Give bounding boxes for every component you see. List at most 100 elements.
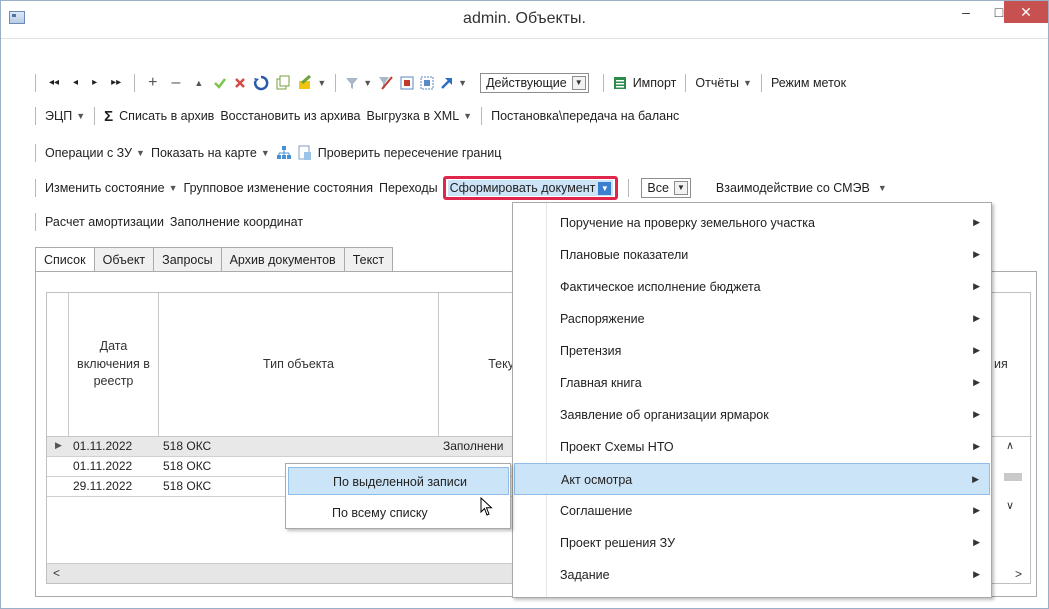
nav-prev-button[interactable]: ◂ bbox=[66, 78, 85, 88]
menu-item-label: Главная книга bbox=[560, 376, 642, 390]
copy-icon bbox=[276, 75, 290, 90]
chevron-right-icon[interactable]: > bbox=[1015, 567, 1022, 581]
import-button[interactable]: Импорт bbox=[610, 76, 680, 90]
menu-item[interactable]: Фактическое исполнение бюджета ▶ bbox=[514, 271, 990, 303]
jump-button[interactable]: ▼ bbox=[437, 76, 470, 90]
xml-export-button[interactable]: Выгрузка в XML ▼ bbox=[363, 109, 475, 123]
toolbar-row-1: ◂◂ ◂ ▸ ▸▸ + – ▲ ▼ ▼ ▼ Действующие ▼ Импо… bbox=[29, 72, 849, 94]
mark-mode-button[interactable]: Режим меток bbox=[768, 76, 849, 90]
select-button[interactable] bbox=[397, 76, 417, 90]
nav-next-button[interactable]: ▸ bbox=[85, 78, 104, 88]
status-filter-select[interactable]: Действующие ▼ bbox=[480, 73, 589, 93]
menu-item[interactable]: Заявление об организации ярмарок ▶ bbox=[514, 399, 990, 431]
check-borders-button[interactable]: Проверить пересечение границ bbox=[295, 145, 505, 161]
filter-button[interactable]: ▼ bbox=[342, 76, 375, 90]
remove-button[interactable]: – bbox=[165, 75, 188, 91]
show-map-button[interactable]: Показать на карте ▼ bbox=[148, 146, 273, 160]
tab-doc-archive[interactable]: Архив документов bbox=[220, 247, 345, 271]
menu-item[interactable]: Распоряжение ▶ bbox=[514, 303, 990, 335]
tab-text[interactable]: Текст bbox=[343, 247, 394, 271]
current-row-icon: ▶ bbox=[55, 440, 62, 450]
menu-item-label: Проект Схемы НТО bbox=[560, 440, 674, 454]
form-document-label: Сформировать документ bbox=[449, 181, 596, 195]
clear-filter-button[interactable] bbox=[375, 75, 397, 91]
sum-button[interactable]: Σ bbox=[101, 108, 116, 125]
refresh-button[interactable] bbox=[250, 75, 272, 91]
close-button[interactable]: ✕ bbox=[1004, 1, 1048, 23]
hierarchy-button[interactable] bbox=[273, 145, 295, 161]
submenu-item-label: По выделенной записи bbox=[333, 475, 467, 489]
chevron-right-icon: ▶ bbox=[973, 505, 980, 515]
submenu-item-whole-list[interactable]: По всему списку bbox=[288, 499, 509, 527]
group-change-button[interactable]: Групповое изменение состояния bbox=[181, 181, 376, 195]
tab-requests[interactable]: Запросы bbox=[153, 247, 222, 271]
balance-button[interactable]: Постановка\передача на баланс bbox=[488, 109, 682, 123]
smev-button[interactable]: Взаимодействие со СМЭВ ▼ bbox=[713, 181, 890, 195]
tab-object[interactable]: Объект bbox=[93, 247, 155, 271]
confirm-button[interactable] bbox=[210, 76, 230, 90]
menu-item-label: Поручение на проверку земельного участка bbox=[560, 216, 815, 230]
menu-item-label: Распоряжение bbox=[560, 312, 645, 326]
chevron-down-icon: ▼ bbox=[743, 78, 752, 88]
chevron-down-icon[interactable]: ∨ bbox=[1006, 499, 1014, 512]
menu-item[interactable]: Претензия ▶ bbox=[514, 335, 990, 367]
inspection-act-submenu: По выделенной записи По всему списку bbox=[285, 463, 511, 529]
scroll-thumb[interactable] bbox=[1004, 473, 1022, 481]
title-bar: admin. Объекты. – □ ✕ bbox=[1, 1, 1048, 39]
separator bbox=[35, 144, 36, 162]
transitions-button[interactable]: Переходы bbox=[376, 181, 441, 195]
smev-label: Взаимодействие со СМЭВ bbox=[715, 181, 870, 195]
column-header-tail[interactable]: ия bbox=[990, 293, 1032, 437]
nav-next-icon: ▸ bbox=[92, 77, 98, 88]
menu-item[interactable]: Соглашение ▶ bbox=[514, 495, 990, 527]
chevron-right-icon: ▶ bbox=[973, 313, 980, 323]
land-ops-button[interactable]: Операции с ЗУ ▼ bbox=[42, 146, 148, 160]
menu-item[interactable]: Проект Схемы НТО ▶ bbox=[514, 431, 990, 463]
cell-type: 518 ОКС bbox=[163, 459, 212, 473]
depreciation-button[interactable]: Расчет амортизации bbox=[42, 215, 167, 229]
ecp-button[interactable]: ЭЦП ▼ bbox=[42, 109, 88, 123]
column-header-type[interactable]: Тип объекта bbox=[159, 293, 439, 437]
menu-item[interactable]: Поручение на проверку земельного участка… bbox=[514, 207, 990, 239]
menu-item[interactable]: Главная книга ▶ bbox=[514, 367, 990, 399]
copy-button[interactable] bbox=[272, 75, 294, 91]
menu-item[interactable]: Плановые показатели ▶ bbox=[514, 239, 990, 271]
restore-button[interactable]: Восстановить из архива bbox=[217, 109, 363, 123]
chevron-down-icon: ▼ bbox=[458, 78, 468, 88]
nav-first-button[interactable]: ◂◂ bbox=[42, 78, 66, 88]
cell-date: 29.11.2022 bbox=[73, 479, 133, 493]
minimize-button[interactable]: – bbox=[951, 1, 981, 23]
window-title: admin. Объекты. bbox=[463, 10, 586, 27]
cell-current: Заполнени bbox=[443, 439, 504, 453]
up-button[interactable]: ▲ bbox=[187, 77, 210, 88]
table-row[interactable]: ▶ 01.11.2022 518 ОКС Заполнени bbox=[47, 437, 567, 457]
menu-item[interactable]: Проект решения ЗУ ▶ bbox=[514, 527, 990, 559]
menu-item[interactable]: Задание ▶ bbox=[514, 559, 990, 591]
horizontal-scrollbar[interactable]: < bbox=[47, 563, 537, 583]
reports-button[interactable]: Отчёты ▼ bbox=[692, 76, 755, 90]
submenu-item-selected-record[interactable]: По выделенной записи bbox=[288, 467, 509, 495]
nav-last-button[interactable]: ▸▸ bbox=[104, 78, 128, 88]
column-header-date[interactable]: Дата включения в реестр bbox=[69, 293, 159, 437]
coords-button[interactable]: Заполнение координат bbox=[167, 215, 306, 229]
menu-item-inspection-act[interactable]: Акт осмотра ▶ bbox=[514, 463, 990, 495]
chevron-up-icon[interactable]: ∧ bbox=[1006, 439, 1014, 452]
all-filter-select[interactable]: Все ▼ bbox=[641, 178, 691, 198]
cancel-button[interactable] bbox=[230, 76, 250, 90]
form-document-button[interactable]: Сформировать документ ▼ bbox=[442, 176, 619, 200]
vertical-scrollbar[interactable]: ∧ ∨ bbox=[996, 437, 1030, 585]
tab-list[interactable]: Список bbox=[35, 247, 95, 273]
cell-type: 518 ОКС bbox=[163, 479, 212, 493]
separator bbox=[602, 74, 604, 92]
change-state-button[interactable]: Изменить состояние ▼ bbox=[42, 181, 181, 195]
tab-bar: Список Объект Запросы Архив документов Т… bbox=[35, 247, 394, 273]
chevron-right-icon: ▶ bbox=[973, 345, 980, 355]
edit-button[interactable]: ▼ bbox=[294, 75, 329, 91]
separator bbox=[134, 74, 136, 92]
add-button[interactable]: + bbox=[141, 75, 164, 91]
expand-button[interactable] bbox=[417, 76, 437, 90]
chevron-left-icon[interactable]: < bbox=[53, 566, 60, 580]
archive-button[interactable]: Списать в архив bbox=[116, 109, 217, 123]
triangle-up-icon: ▲ bbox=[194, 77, 204, 88]
show-map-label: Показать на карте bbox=[150, 146, 257, 160]
